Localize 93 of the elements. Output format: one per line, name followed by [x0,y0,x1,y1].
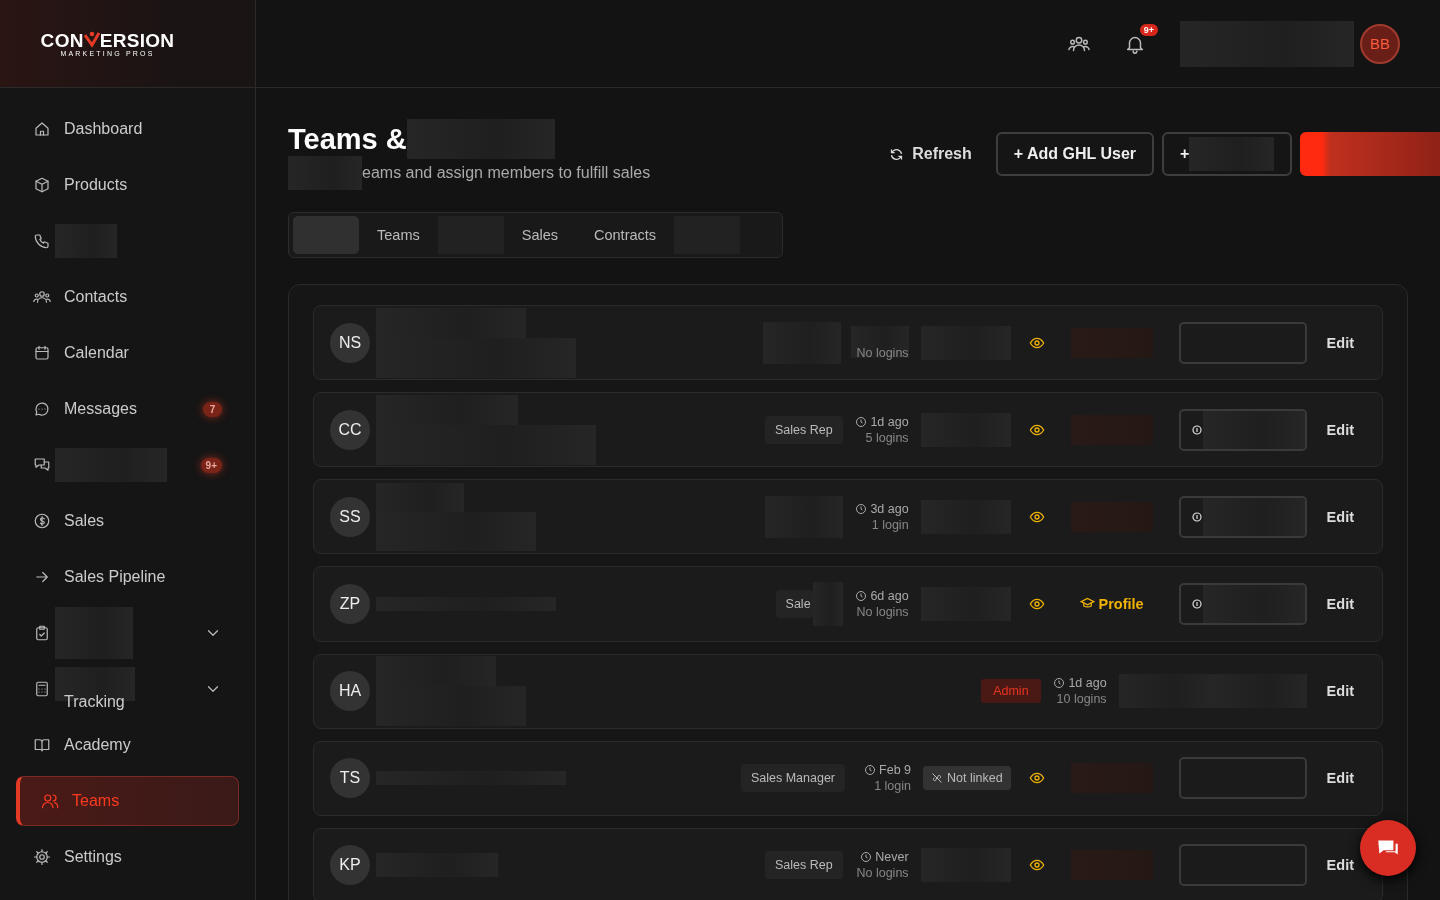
clock-icon [855,590,868,602]
page-title: Teams & [288,122,407,156]
unlink-icon [931,772,943,785]
chat-bubbles-icon [33,456,51,474]
calculator-icon [33,680,51,698]
redacted-tab[interactable] [293,216,359,254]
sidebar-item[interactable]: Academy [16,717,239,773]
logo-text: ERSION [99,30,175,51]
book-icon [33,736,51,754]
page-subtitle: eams and assign members to fulfill sales [362,164,651,182]
last-login-time: 3d ago [870,501,909,516]
edit-link[interactable]: Edit [1326,508,1354,525]
clipboard-icon [33,624,51,642]
login-count: No logins [856,605,909,619]
box-icon [33,176,51,194]
linked-account-field[interactable] [1178,408,1307,451]
empty-field[interactable] [1178,321,1307,364]
last-login-time: 1d ago [1068,676,1107,691]
sidebar-item[interactable]: Tracking [16,661,239,717]
sidebar-item[interactable]: Contacts [16,269,239,325]
last-login-time: Never [875,850,909,865]
tab[interactable]: Teams [359,216,438,254]
edit-link[interactable]: Edit [1326,421,1354,438]
avatar-initials: SS [330,496,370,537]
avatar-initials: ZP [330,584,370,624]
refresh-icon [889,146,905,162]
role-tag: Sales Rep [764,851,843,880]
home-icon [33,120,51,138]
calendar-icon [33,344,51,362]
clock-icon [864,764,877,777]
sidebar-item[interactable]: 9+ [16,437,239,493]
phone-icon [33,232,51,250]
empty-field[interactable] [1178,757,1307,800]
dollar-icon [33,512,51,530]
count-badge: 9+ [200,457,222,473]
login-count: 10 logins [1056,692,1107,707]
avatar-initials: CC [330,409,370,450]
edit-link[interactable]: Edit [1326,683,1354,700]
avatar-initials: NS [330,322,370,363]
login-count: 1 login [871,517,909,532]
sidebar-item[interactable]: Sales Pipeline [16,549,239,605]
clock-icon [860,851,873,864]
edit-link[interactable]: Edit [1326,770,1354,787]
sidebar-item[interactable]: Products [16,157,239,213]
people-icon [33,288,51,306]
sidebar-item[interactable]: Dashboard [16,101,239,157]
link-icon [1190,598,1203,610]
role-tag: Sale [775,590,813,618]
gear-icon [33,848,51,866]
last-login-time: Feb 9 [879,763,911,778]
sidebar-item[interactable]: Calendar [16,325,239,381]
last-login-time: 6d ago [870,589,909,603]
sidebar-item[interactable]: Teams [16,776,239,826]
clock-icon [1053,677,1066,690]
avatar-initials: TS [330,758,370,799]
role-tag: Admin [981,679,1041,704]
clock-icon [855,502,868,515]
edit-link[interactable]: Edit [1326,596,1354,612]
login-count: No logins [856,866,909,881]
sidebar-item[interactable]: Sales [16,493,239,549]
edit-link[interactable]: Edit [1326,334,1354,351]
add-button[interactable]: + [1162,132,1292,176]
avatar-initials: KP [330,845,370,886]
tab[interactable]: Contracts [576,216,675,254]
sidebar-item[interactable]: Settings [16,829,239,885]
login-count: 5 logins [865,430,909,445]
logo-text: CON [40,30,84,51]
chat-bubble-icon [33,400,51,418]
login-count: 1 login [874,779,911,794]
avatar-initials: HA [330,671,370,712]
empty-field[interactable] [1178,844,1307,887]
login-count: No logins [856,345,909,360]
sidebar-item[interactable]: Messages 7 [16,381,239,437]
count-badge: 7 [203,401,222,417]
last-login-time: 1d ago [870,414,909,429]
link-icon [1190,510,1203,523]
link-icon [1190,423,1203,436]
refresh-button[interactable]: Refresh [873,132,988,176]
edit-link[interactable]: Edit [1326,857,1354,874]
add-user-button[interactable]: + Add GHL User [995,132,1154,176]
status-tag: Not linked [923,766,1011,791]
people-icon [41,792,59,810]
linked-account-field[interactable] [1178,495,1307,538]
profile-link[interactable]: Profile [1079,596,1144,612]
linked-account-field[interactable] [1178,583,1307,625]
eye-icon[interactable] [1028,596,1045,612]
notification-badge: 9+ [1139,23,1158,36]
user-avatar[interactable]: BB [1360,23,1400,64]
role-tag: Sales Manager [740,764,845,793]
tab[interactable]: Sales [503,216,576,254]
role-tag: Sales Rep [764,415,843,444]
clock-icon [855,415,868,428]
primary-button[interactable] [1300,132,1440,176]
